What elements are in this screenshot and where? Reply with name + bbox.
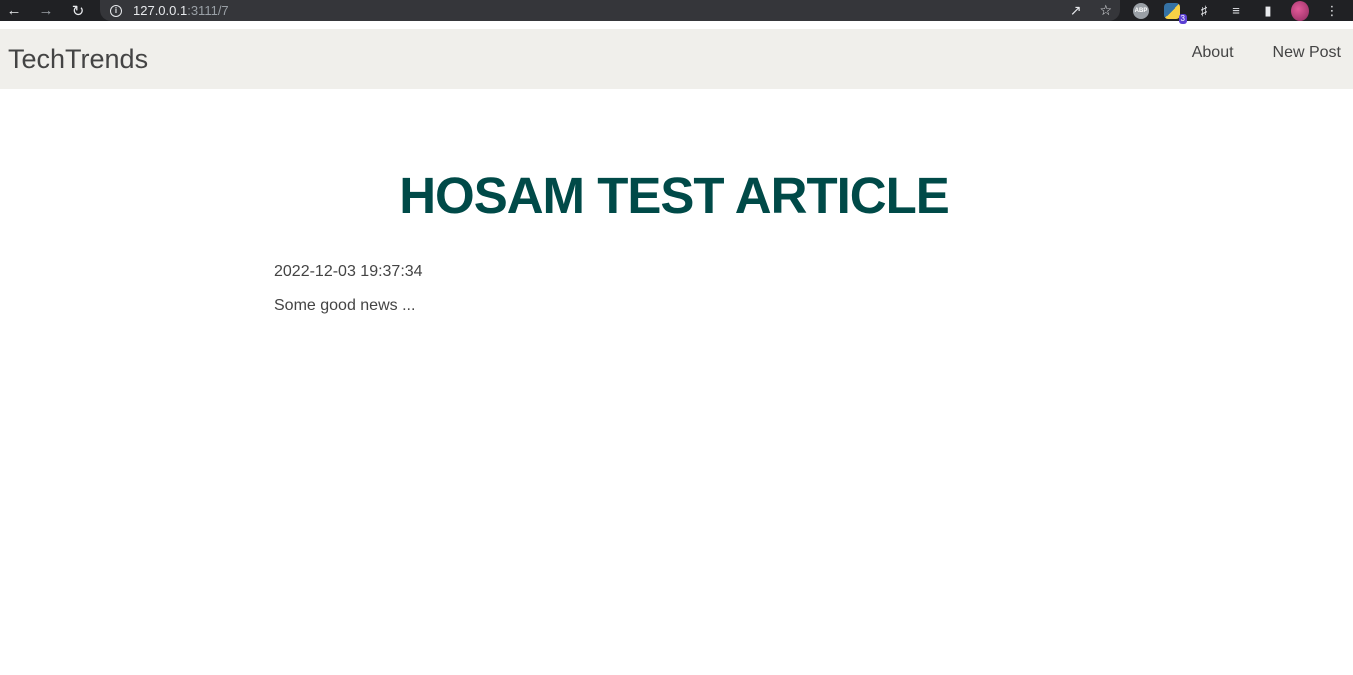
- url-path: :3111/7: [187, 3, 229, 18]
- nav-links: About New Post: [1192, 44, 1341, 62]
- python-logo-icon: [1164, 2, 1180, 19]
- url-text[interactable]: 127.0.0.1:3111/7: [133, 3, 229, 18]
- profile-avatar[interactable]: [1291, 0, 1309, 21]
- extensions-area: ABP 3 ♯ ≡ ▮ ⋮: [1133, 0, 1353, 24]
- url-host: 127.0.0.1: [133, 3, 188, 18]
- article-date: 2022-12-03 19:37:34: [274, 263, 423, 280]
- python-extension-icon[interactable]: 3: [1163, 2, 1187, 24]
- avatar: [1291, 0, 1309, 21]
- nav-new-post-link[interactable]: New Post: [1273, 44, 1341, 62]
- site-navbar: TechTrends About New Post: [0, 29, 1353, 89]
- bookmark-star-icon[interactable]: ☆: [1099, 2, 1112, 19]
- brand-link[interactable]: TechTrends: [8, 44, 148, 75]
- browser-toolbar: ← → ↻ i 127.0.0.1:3111/7 ↗ ☆ ABP 3 ♯ ≡ ▮…: [0, 0, 1353, 24]
- share-icon[interactable]: ↗: [1070, 2, 1082, 19]
- article-content: Some good news ...: [274, 297, 416, 314]
- article-title: HOSAM TEST ARTICLE: [399, 167, 950, 224]
- address-bar[interactable]: i 127.0.0.1:3111/7 ↗ ☆: [100, 0, 1120, 21]
- site-info-icon[interactable]: i: [110, 4, 122, 17]
- back-arrow-icon[interactable]: ←: [2, 0, 26, 21]
- reload-icon[interactable]: ↻: [66, 0, 90, 21]
- forward-arrow-icon[interactable]: →: [34, 0, 58, 21]
- nav-about-link[interactable]: About: [1192, 44, 1234, 62]
- media-queue-icon[interactable]: ≡: [1227, 2, 1245, 20]
- adblock-extension-icon[interactable]: ABP: [1133, 2, 1149, 19]
- puzzle-extensions-icon[interactable]: ♯: [1195, 2, 1213, 20]
- python-extension-badge: 3: [1178, 13, 1187, 24]
- more-menu-icon[interactable]: ⋮: [1323, 2, 1341, 20]
- omnibox-actions: ↗ ☆: [1070, 0, 1112, 21]
- side-panel-icon[interactable]: ▮: [1259, 2, 1277, 20]
